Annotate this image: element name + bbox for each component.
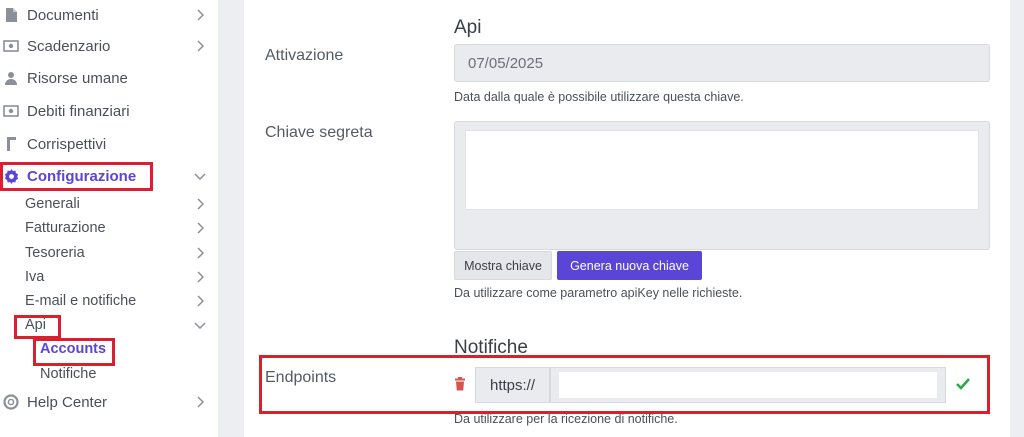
lifebuoy-icon [3, 394, 19, 410]
activation-date-value: 07/05/2025 [468, 54, 544, 72]
sidebar-subitem-fatturazione[interactable]: Fatturazione [0, 217, 218, 239]
secret-key-label: Chiave segreta [265, 124, 373, 141]
chevron-right-icon [192, 269, 208, 285]
sidebar-item-label: Documenti [27, 6, 99, 24]
sidebar-item-corrispettivi[interactable]: Corrispettivi [0, 129, 218, 159]
chevron-right-icon [192, 7, 208, 23]
sidebar-subitem-label: Fatturazione [25, 220, 106, 236]
generate-key-button[interactable]: Genera nuova chiave [557, 251, 702, 280]
sidebar-item-scadenzario[interactable]: Scadenzario [0, 31, 218, 61]
sidebar-subitem-label: Notifiche [40, 366, 97, 382]
sidebar-subitem-generali[interactable]: Generali [0, 193, 218, 215]
sidebar-item-configurazione[interactable]: Configurazione [0, 161, 218, 191]
secret-key-field[interactable] [465, 130, 979, 210]
sidebar-item-label: Scadenzario [27, 37, 111, 55]
secret-key-help: Da utilizzare come parametro apiKey nell… [454, 286, 743, 300]
sidebar-subitem-notifiche[interactable]: Notifiche [0, 363, 218, 385]
endpoint-url-container [550, 367, 946, 403]
money-icon [3, 38, 19, 54]
trash-icon[interactable] [454, 377, 466, 391]
sidebar-item-label: Configurazione [27, 167, 137, 185]
sidebar-subitem-label: Tesoreria [25, 245, 85, 261]
chevron-right-icon [192, 293, 208, 309]
sidebar-item-risorse-umane[interactable]: Risorse umane [0, 63, 218, 93]
sidebar-item-label: Corrispettivi [27, 135, 107, 153]
activation-label: Attivazione [265, 47, 344, 64]
money-icon [3, 103, 19, 119]
sidebar-item-label: Risorse umane [27, 69, 128, 87]
gear-icon [3, 168, 19, 184]
chevron-right-icon [192, 220, 208, 236]
main-card: Api Attivazione 07/05/2025 Data dalla qu… [244, 0, 1010, 437]
sidebar-item-documenti[interactable]: Documenti [0, 0, 218, 30]
chevron-down-icon [192, 168, 208, 184]
sidebar-subitem-api[interactable]: Api [0, 314, 218, 336]
sidebar-subitem-label: Accounts [40, 341, 107, 357]
chevron-right-icon [192, 196, 208, 212]
sidebar-subitem-label: Iva [25, 269, 45, 285]
sidebar-subitem-label: Generali [25, 196, 80, 212]
secret-key-container [454, 121, 990, 250]
sidebar-subitem-email-notifiche[interactable]: E-mail e notifiche [0, 290, 218, 312]
show-key-button[interactable]: Mostra chiave [454, 251, 552, 280]
chevron-down-icon [192, 317, 208, 333]
endpoint-url-input[interactable] [559, 372, 937, 398]
sidebar-subitem-label: E-mail e notifiche [25, 293, 137, 309]
checkmark-icon[interactable] [956, 377, 970, 391]
sidebar: Documenti Scadenzario Risorse umane Debi… [0, 0, 218, 437]
sidebar-item-label: Debiti finanziari [27, 102, 130, 120]
receipt-icon [3, 136, 19, 152]
url-prefix: https:// [475, 367, 550, 403]
sidebar-subitem-iva[interactable]: Iva [0, 266, 218, 288]
sidebar-item-label: Help Center [27, 393, 108, 411]
activation-help: Data dalla quale è possibile utilizzare … [454, 90, 744, 104]
chevron-right-icon [192, 394, 208, 410]
document-icon [3, 7, 19, 23]
chevron-right-icon [192, 245, 208, 261]
chevron-right-icon [192, 38, 208, 54]
sidebar-item-help-center[interactable]: Help Center [0, 387, 218, 417]
sidebar-subitem-label: Api [25, 317, 46, 333]
sidebar-subitem-tesoreria[interactable]: Tesoreria [0, 242, 218, 264]
activation-date-field[interactable]: 07/05/2025 [454, 44, 990, 82]
person-icon [3, 70, 19, 86]
api-section-title: Api [454, 17, 482, 38]
endpoints-label: Endpoints [265, 369, 337, 386]
sidebar-subitem-accounts[interactable]: Accounts [0, 338, 218, 360]
notifications-section-title: Notifiche [454, 337, 528, 358]
endpoints-help: Da utilizzare per la ricezione di notifi… [454, 412, 678, 426]
sidebar-item-debiti-finanziari[interactable]: Debiti finanziari [0, 96, 218, 126]
